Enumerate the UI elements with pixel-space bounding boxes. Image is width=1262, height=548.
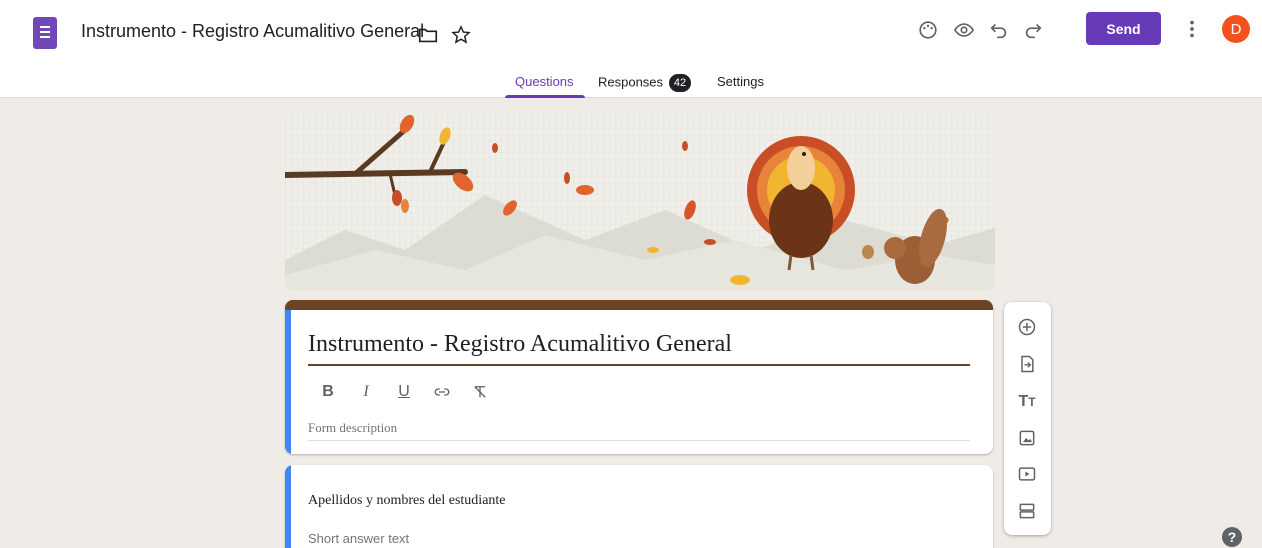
tab-questions[interactable]: Questions — [515, 74, 574, 89]
preview-eye-icon[interactable] — [950, 16, 978, 44]
question-title: Apellidos y nombres del estudiante — [308, 493, 506, 508]
undo-icon[interactable] — [985, 16, 1013, 44]
tab-responses[interactable]: Responses 42 — [598, 74, 692, 92]
question-card-indicator — [285, 465, 291, 548]
formatting-toolbar: B I U — [318, 382, 490, 402]
add-question-icon[interactable] — [1015, 315, 1039, 339]
form-title-card[interactable]: Instrumento - Registro Acumalitivo Gener… — [285, 300, 993, 454]
avatar[interactable]: D — [1222, 15, 1250, 43]
send-button[interactable]: Send — [1086, 12, 1161, 45]
forms-logo-icon[interactable] — [33, 17, 57, 49]
bold-button[interactable]: B — [318, 382, 338, 402]
palette-icon[interactable] — [914, 16, 942, 44]
help-icon[interactable]: ? — [1222, 527, 1242, 547]
add-image-icon[interactable] — [1015, 426, 1039, 450]
tab-settings[interactable]: Settings — [717, 74, 764, 89]
form-tabs: Questions Responses 42 Settings — [0, 74, 1262, 98]
underline-button[interactable]: U — [394, 382, 414, 402]
form-description-input[interactable]: Form description — [308, 420, 970, 441]
active-tab-indicator — [505, 95, 585, 98]
star-icon[interactable] — [447, 21, 475, 49]
active-card-indicator — [285, 310, 291, 454]
clear-formatting-icon[interactable] — [470, 382, 490, 402]
folder-icon[interactable] — [414, 21, 442, 49]
theme-header-image — [285, 110, 995, 290]
responses-count-badge: 42 — [669, 74, 692, 92]
short-answer-field: Short answer text — [308, 531, 410, 546]
link-icon[interactable] — [432, 382, 452, 402]
italic-button[interactable]: I — [356, 382, 376, 402]
top-bar: Instrumento - Registro Acumalitivo Gener… — [0, 0, 1262, 98]
question-card[interactable]: Apellidos y nombres del estudiante Short… — [285, 465, 993, 548]
add-title-icon[interactable]: TT — [1015, 390, 1039, 414]
form-title-input[interactable]: Instrumento - Registro Acumalitivo Gener… — [308, 331, 970, 366]
add-section-icon[interactable] — [1015, 499, 1039, 523]
question-toolbar: TT — [1004, 302, 1051, 535]
more-vert-icon[interactable] — [1178, 15, 1206, 43]
redo-icon[interactable] — [1019, 16, 1047, 44]
import-questions-icon[interactable] — [1015, 352, 1039, 376]
add-video-icon[interactable] — [1015, 462, 1039, 486]
document-title[interactable]: Instrumento - Registro Acumalitivo Gener… — [81, 21, 424, 42]
